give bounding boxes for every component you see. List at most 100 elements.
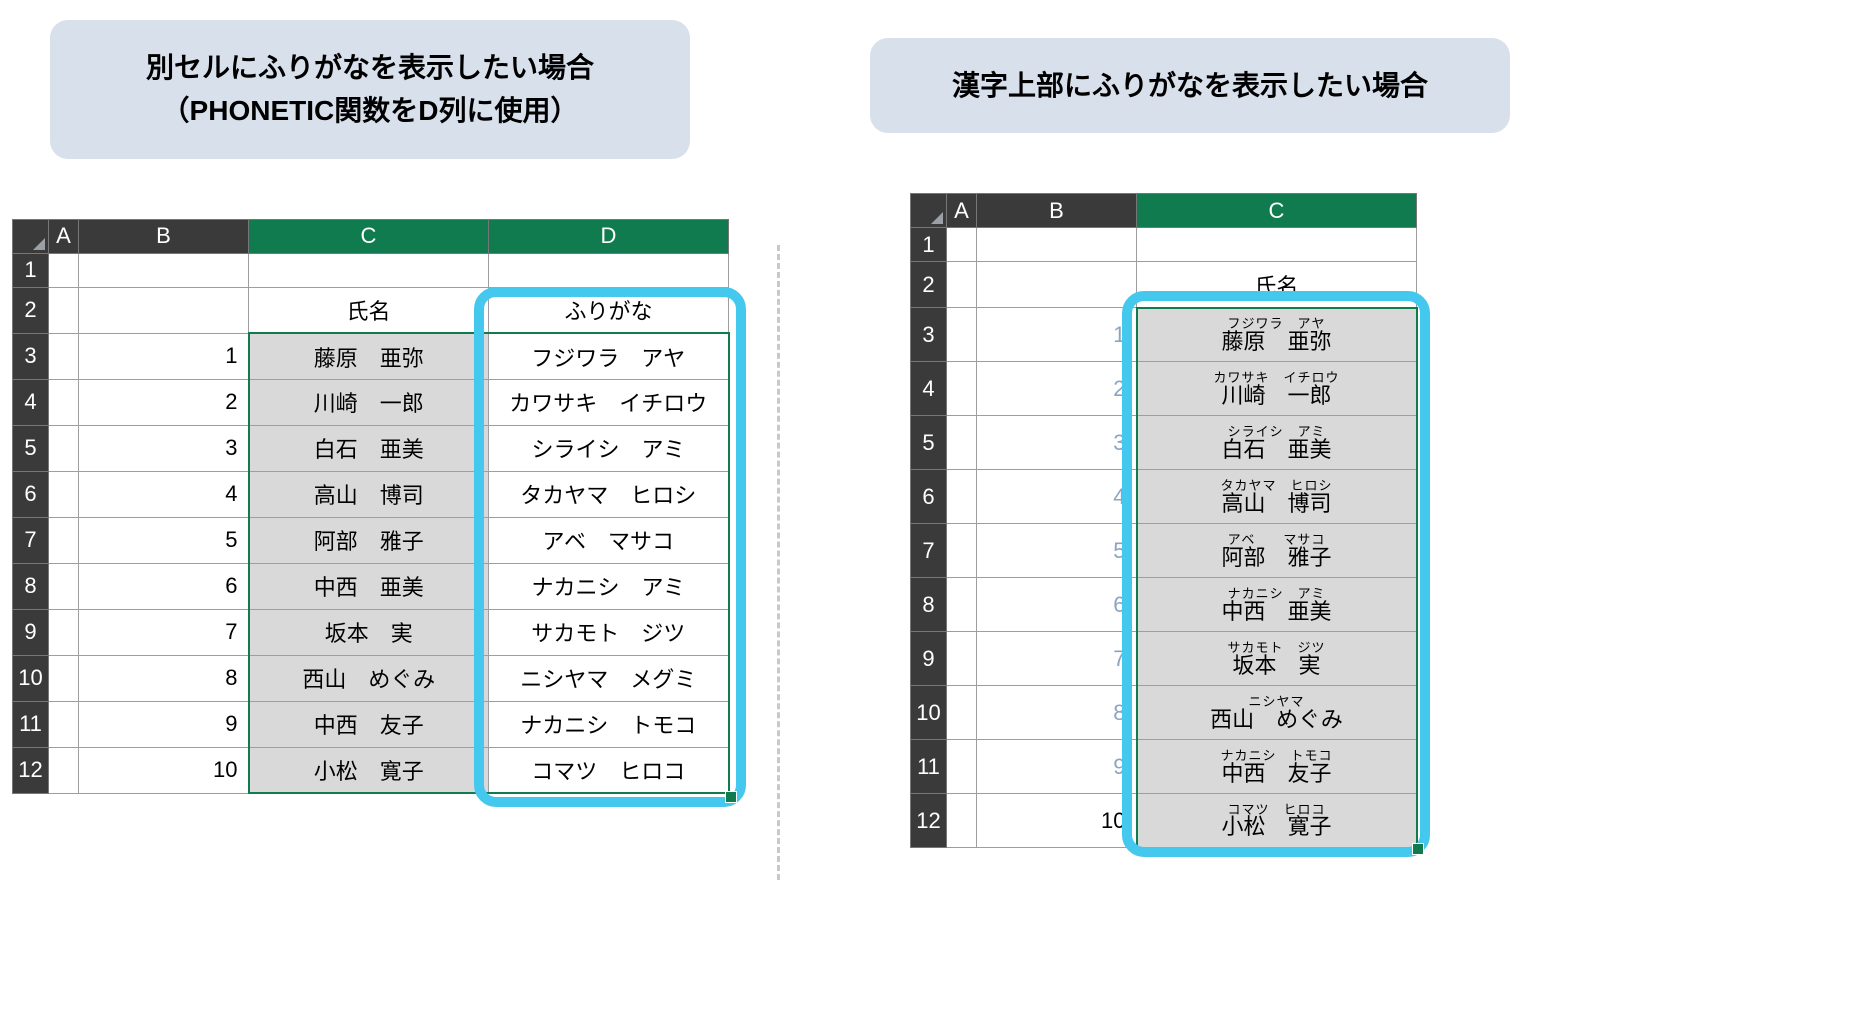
select-all-corner[interactable] bbox=[911, 194, 947, 228]
colhdr-C[interactable]: C bbox=[1137, 194, 1417, 228]
cell-num[interactable]: 2 bbox=[79, 379, 249, 425]
rowhdr[interactable]: 3 bbox=[911, 308, 947, 362]
cell-num[interactable]: 6 bbox=[79, 563, 249, 609]
rowhdr[interactable]: 10 bbox=[911, 686, 947, 740]
cell[interactable] bbox=[79, 287, 249, 333]
cell[interactable] bbox=[49, 747, 79, 793]
cell-kana[interactable]: コマツ ヒロコ bbox=[489, 747, 729, 793]
cell-kana[interactable]: シライシ アミ bbox=[489, 425, 729, 471]
cell-kana[interactable]: タカヤマ ヒロシ bbox=[489, 471, 729, 517]
cell-num[interactable]: 10 bbox=[977, 794, 1137, 848]
cell-kana[interactable]: アベ マサコ bbox=[489, 517, 729, 563]
fill-handle[interactable] bbox=[1412, 843, 1424, 855]
cell-name[interactable]: 阿部 雅子 bbox=[249, 517, 489, 563]
rowhdr[interactable]: 8 bbox=[911, 578, 947, 632]
cell-num[interactable]: 7 bbox=[977, 632, 1137, 686]
cell-num[interactable]: 9 bbox=[79, 701, 249, 747]
rowhdr[interactable]: 7 bbox=[911, 524, 947, 578]
cell-name[interactable]: 坂本 実 bbox=[249, 609, 489, 655]
cell-num[interactable]: 2 bbox=[977, 362, 1137, 416]
cell[interactable] bbox=[947, 794, 977, 848]
rowhdr[interactable]: 8 bbox=[13, 563, 49, 609]
colhdr-C[interactable]: C bbox=[249, 219, 489, 253]
cell-num[interactable]: 10 bbox=[79, 747, 249, 793]
cell-name[interactable]: 中西 友子 bbox=[249, 701, 489, 747]
cell[interactable] bbox=[947, 262, 977, 308]
rowhdr[interactable]: 11 bbox=[13, 701, 49, 747]
left-sheet[interactable]: A B C D 1 2 氏名 ふりがな bbox=[12, 219, 730, 795]
rowhdr[interactable]: 12 bbox=[911, 794, 947, 848]
cell[interactable] bbox=[947, 228, 977, 262]
rowhdr[interactable]: 1 bbox=[13, 253, 49, 287]
cell-kana[interactable]: サカモト ジツ bbox=[489, 609, 729, 655]
cell-name-ruby[interactable]: サカモト ジツ 坂本 実 bbox=[1137, 632, 1417, 686]
cell-kana[interactable]: ニシヤマ メグミ bbox=[489, 655, 729, 701]
cell[interactable] bbox=[49, 517, 79, 563]
cell[interactable] bbox=[947, 416, 977, 470]
select-all-corner[interactable] bbox=[13, 219, 49, 253]
cell-num[interactable]: 7 bbox=[79, 609, 249, 655]
rowhdr[interactable]: 10 bbox=[13, 655, 49, 701]
cell-num[interactable]: 1 bbox=[79, 333, 249, 379]
cell-name-ruby[interactable]: フジワラ アヤ 藤原 亜弥 bbox=[1137, 308, 1417, 362]
cell-num[interactable]: 8 bbox=[977, 686, 1137, 740]
cell-kana[interactable]: ナカニシ アミ bbox=[489, 563, 729, 609]
cell[interactable] bbox=[977, 228, 1137, 262]
header-kana[interactable]: ふりがな bbox=[489, 287, 729, 333]
cell[interactable] bbox=[947, 308, 977, 362]
rowhdr[interactable]: 5 bbox=[911, 416, 947, 470]
cell[interactable] bbox=[947, 362, 977, 416]
cell-name-ruby[interactable]: アベ マサコ 阿部 雅子 bbox=[1137, 524, 1417, 578]
rowhdr[interactable]: 6 bbox=[911, 470, 947, 524]
colhdr-B[interactable]: B bbox=[977, 194, 1137, 228]
cell-num[interactable]: 6 bbox=[977, 578, 1137, 632]
rowhdr[interactable]: 6 bbox=[13, 471, 49, 517]
cell-name[interactable]: 川崎 一郎 bbox=[249, 379, 489, 425]
cell[interactable] bbox=[49, 471, 79, 517]
cell-name[interactable]: 中西 亜美 bbox=[249, 563, 489, 609]
cell[interactable] bbox=[79, 253, 249, 287]
header-name[interactable]: 氏名 bbox=[249, 287, 489, 333]
cell[interactable] bbox=[49, 655, 79, 701]
cell[interactable] bbox=[49, 701, 79, 747]
cell-kana[interactable]: ナカニシ トモコ bbox=[489, 701, 729, 747]
cell-num[interactable]: 5 bbox=[79, 517, 249, 563]
rowhdr[interactable]: 12 bbox=[13, 747, 49, 793]
rowhdr[interactable]: 4 bbox=[911, 362, 947, 416]
cell-name-ruby[interactable]: ナカニシ トモコ 中西 友子 bbox=[1137, 740, 1417, 794]
cell[interactable] bbox=[49, 287, 79, 333]
cell-name[interactable]: 白石 亜美 bbox=[249, 425, 489, 471]
cell[interactable] bbox=[49, 253, 79, 287]
colhdr-D[interactable]: D bbox=[489, 219, 729, 253]
colhdr-A[interactable]: A bbox=[947, 194, 977, 228]
rowhdr[interactable]: 2 bbox=[911, 262, 947, 308]
rowhdr[interactable]: 1 bbox=[911, 228, 947, 262]
cell[interactable] bbox=[947, 524, 977, 578]
cell[interactable] bbox=[489, 253, 729, 287]
cell-num[interactable]: 1 bbox=[977, 308, 1137, 362]
cell-num[interactable]: 4 bbox=[977, 470, 1137, 524]
cell-name-ruby[interactable]: ニシヤマ 西山 めぐみ bbox=[1137, 686, 1417, 740]
cell-num[interactable]: 8 bbox=[79, 655, 249, 701]
rowhdr[interactable]: 2 bbox=[13, 287, 49, 333]
cell-kana[interactable]: カワサキ イチロウ bbox=[489, 379, 729, 425]
rowhdr[interactable]: 3 bbox=[13, 333, 49, 379]
cell-num[interactable]: 3 bbox=[977, 416, 1137, 470]
cell-name[interactable]: 西山 めぐみ bbox=[249, 655, 489, 701]
cell-num[interactable]: 5 bbox=[977, 524, 1137, 578]
rowhdr[interactable]: 9 bbox=[13, 609, 49, 655]
cell-name-ruby[interactable]: コマツ ヒロコ 小松 寛子 bbox=[1137, 794, 1417, 848]
cell[interactable] bbox=[49, 563, 79, 609]
cell-num[interactable]: 3 bbox=[79, 425, 249, 471]
header-name[interactable]: 氏名 bbox=[1137, 262, 1417, 308]
colhdr-A[interactable]: A bbox=[49, 219, 79, 253]
cell-num[interactable]: 9 bbox=[977, 740, 1137, 794]
rowhdr[interactable]: 5 bbox=[13, 425, 49, 471]
cell[interactable] bbox=[947, 578, 977, 632]
cell-name[interactable]: 藤原 亜弥 bbox=[249, 333, 489, 379]
left-col-headers[interactable]: A B C D bbox=[13, 219, 729, 253]
rowhdr[interactable]: 9 bbox=[911, 632, 947, 686]
cell-kana[interactable]: フジワラ アヤ bbox=[489, 333, 729, 379]
cell[interactable] bbox=[947, 632, 977, 686]
cell-name-ruby[interactable]: タカヤマ ヒロシ 高山 博司 bbox=[1137, 470, 1417, 524]
